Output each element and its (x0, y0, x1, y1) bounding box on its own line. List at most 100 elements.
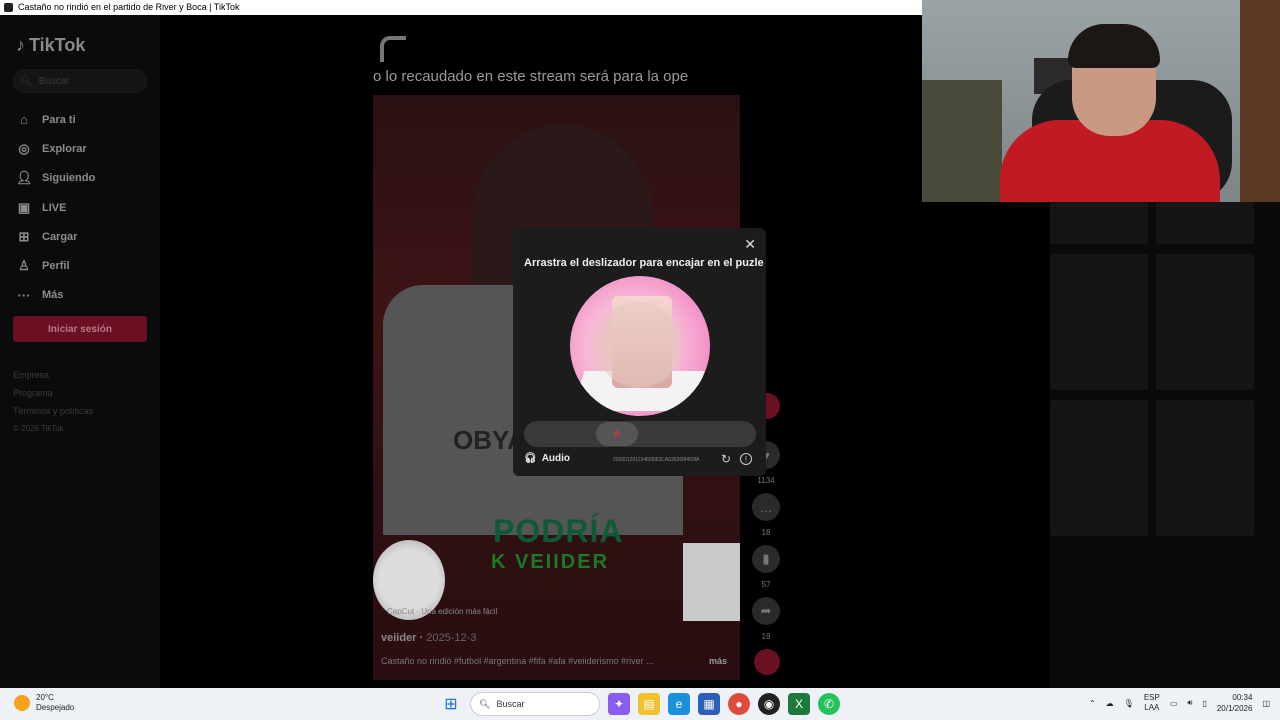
language-indicator[interactable]: ESP LAA (1144, 693, 1160, 713)
sidebar-item-label: Siguiendo (42, 172, 96, 185)
volume-icon[interactable]: 🔊︎ (1187, 698, 1192, 708)
captcha-slider-handle[interactable]: ⊘ (596, 422, 638, 446)
share-icon: ➦ (760, 603, 772, 618)
video-overlay-title: PODRÍA (493, 513, 624, 549)
clock-date: 20/1/2026 (1216, 704, 1253, 713)
weather-widget[interactable]: 20°C Despejado (14, 693, 74, 713)
sidebar-item-label: Cargar (42, 230, 78, 243)
info-icon[interactable]: ! (740, 453, 752, 465)
sidebar-item-cargar[interactable]: ⊞ Cargar (16, 222, 95, 251)
weather-condition: Despejado (36, 703, 75, 712)
footer-link-empresa[interactable]: Empresa (13, 370, 93, 388)
notifications-icon[interactable]: ◫ (1262, 699, 1270, 708)
tiktok-favicon-icon (4, 3, 13, 12)
chevron-up-icon[interactable]: ⌃ (1089, 699, 1096, 708)
comment-button[interactable]: … (752, 493, 780, 521)
recommended-panel (1050, 202, 1280, 688)
clock-time: 00:34 (1232, 693, 1253, 702)
headphones-icon: 🎧︎ (524, 453, 537, 464)
file-explorer-icon[interactable]: ▤ (638, 693, 660, 715)
webcam-feed (922, 0, 1240, 202)
captcha-id: 20260120113482f063CA03526f8459fA (613, 457, 700, 463)
footer-link-terminos[interactable]: Términos y políticas (13, 406, 93, 424)
upload-icon: ⊞ (18, 228, 30, 244)
battery-icon[interactable]: ▯ (1202, 699, 1206, 708)
share-button[interactable]: ➦ (752, 597, 780, 625)
video-description: Castaño no rindió #futbol #argentina #fi… (381, 656, 654, 666)
share-count: 19 (761, 632, 771, 641)
windows-taskbar: 20°C Despejado ⊞ 🔍︎ Buscar ✦ ▤ e ▦ ● ◉ X… (0, 688, 1280, 720)
video-date: 2025-12-3 (426, 632, 477, 644)
save-button[interactable]: ▮ (752, 545, 780, 573)
search-input[interactable]: 🔍︎ Buscar (12, 69, 148, 93)
search-placeholder: Buscar (38, 75, 70, 87)
network-icon[interactable]: ▭ (1170, 699, 1178, 708)
cloud-icon[interactable]: ☁ (1106, 699, 1114, 708)
comment-icon: … (759, 499, 773, 515)
edge-icon[interactable]: e (668, 693, 690, 715)
recommended-tile[interactable] (1050, 202, 1148, 244)
search-icon: 🔍︎ (20, 75, 33, 87)
recommended-tile[interactable] (1050, 400, 1148, 536)
clock[interactable]: 00:34 20/1/2026 (1217, 692, 1253, 714)
sidebar-item-label: Perfil (42, 260, 70, 273)
taskbar-search-label: Buscar (496, 699, 525, 709)
captcha-slider-track[interactable] (524, 421, 756, 447)
following-icon: 👤︎ (16, 170, 33, 186)
window-title: Castaño no rindió en el partido de River… (18, 2, 240, 12)
home-icon: ⌂ (20, 112, 28, 128)
excel-icon[interactable]: X (788, 693, 810, 715)
login-button[interactable]: Iniciar sesión (13, 316, 147, 342)
captcha-title: Arrastra el deslizador para encajar en e… (524, 257, 764, 269)
music-disc-icon[interactable] (754, 649, 780, 675)
bookmark-icon: ▮ (762, 551, 770, 566)
copilot-icon[interactable]: ✦ (608, 693, 630, 715)
sidebar-item-perfil[interactable]: ♙ Perfil (16, 251, 95, 280)
copyright: © 2026 TikTok (13, 424, 64, 433)
sidebar-item-explorar[interactable]: ◎ Explorar (16, 134, 95, 163)
sidebar-item-live[interactable]: ▣ LIVE (16, 193, 95, 222)
slider-handle-icon: ⊘ (612, 428, 622, 440)
video-author[interactable]: veiider · 2025-12-3 (381, 632, 476, 644)
puzzle-piece (596, 302, 682, 388)
whatsapp-icon[interactable]: ✆ (818, 693, 840, 715)
refresh-icon[interactable]: ↻ (721, 452, 731, 466)
sidebar-item-label: Para ti (42, 113, 76, 126)
windows-start-icon[interactable]: ⊞ (440, 693, 462, 715)
recommended-tile[interactable] (1050, 254, 1148, 390)
obs-icon[interactable]: ◉ (758, 693, 780, 715)
sidebar-item-label: Explorar (42, 142, 87, 155)
recommended-tile[interactable] (1156, 254, 1254, 390)
sidebar-item-label: LIVE (42, 201, 67, 214)
recommended-tile[interactable] (1156, 400, 1254, 536)
lang-top: ESP (1143, 693, 1160, 702)
close-icon[interactable]: ✕ (744, 236, 756, 253)
webcam-hair (1068, 24, 1160, 68)
more-link[interactable]: más (709, 656, 727, 666)
store-icon[interactable]: ▦ (698, 693, 720, 715)
search-icon: 🔍︎ (479, 698, 491, 709)
footer-links: Empresa Programa Términos y políticas © … (13, 370, 93, 442)
capcut-watermark: CapCut · Una edición más fácil (387, 607, 498, 616)
taskbar-apps: ⊞ 🔍︎ Buscar ✦ ▤ e ▦ ● ◉ X ✆ (440, 692, 840, 716)
audio-button[interactable]: 🎧︎ Audio (524, 453, 570, 464)
microphone-icon[interactable]: 🎙︎ (1124, 699, 1134, 708)
footer-link-programa[interactable]: Programa (13, 388, 93, 406)
stream-logo-icon (380, 36, 406, 62)
sidebar-item-siguiendo[interactable]: 👤︎ Siguiendo (16, 164, 95, 193)
sidebar: ♪ TikTok 🔍︎ Buscar ⌂ Para ti ◎ Explorar … (0, 15, 160, 688)
author-name: veiider (381, 632, 417, 644)
tiktok-logo[interactable]: ♪ TikTok (16, 35, 85, 56)
compass-icon: ◎ (18, 140, 30, 156)
video-banner-text: o lo recaudado en este stream será para … (373, 68, 689, 85)
window-title-bar: Castaño no rindió en el partido de River… (0, 0, 922, 15)
sidebar-item-label: Más (42, 289, 64, 302)
sidebar-item-mas[interactable]: ··· Más (16, 281, 95, 310)
recommended-tile[interactable] (1156, 202, 1254, 244)
chrome-icon[interactable]: ● (728, 693, 750, 715)
audio-label: Audio (541, 453, 571, 464)
taskbar-search[interactable]: 🔍︎ Buscar (470, 692, 600, 716)
more-icon: ··· (17, 287, 31, 303)
sidebar-item-para-ti[interactable]: ⌂ Para ti (16, 105, 95, 134)
captcha-puzzle-image (570, 276, 710, 416)
